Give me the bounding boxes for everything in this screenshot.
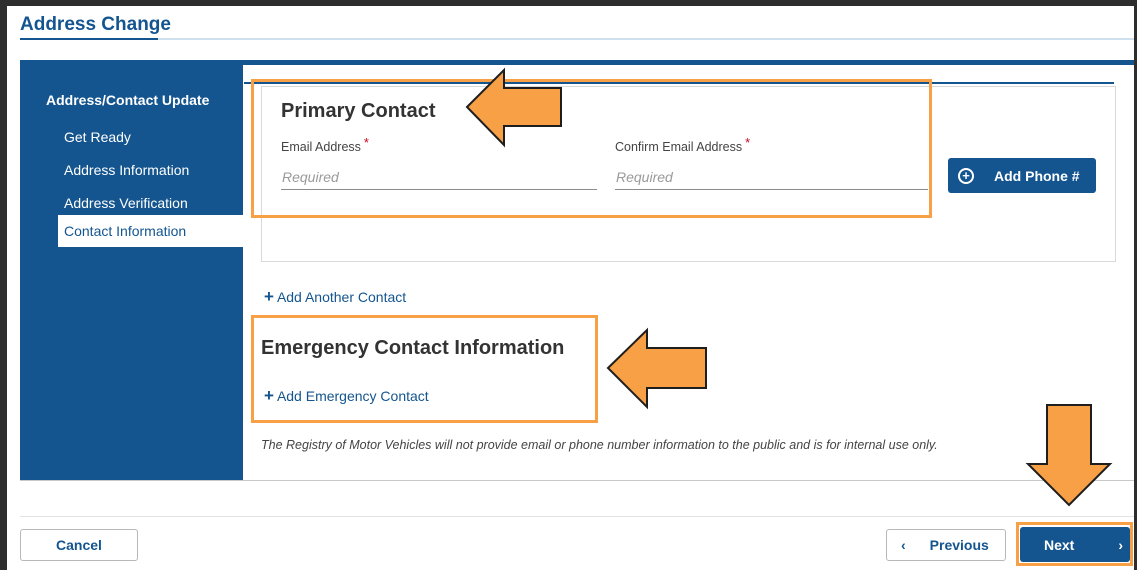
chevron-left-icon: ‹: [901, 537, 906, 553]
email-label-text: Email Address: [281, 140, 361, 154]
left-arrow-emergency-icon: [606, 327, 707, 410]
title-underline: [20, 38, 1134, 40]
add-emergency-contact-label: Add Emergency Contact: [276, 388, 429, 404]
window-frame-top: [0, 0, 1137, 6]
required-marker: *: [363, 135, 369, 150]
add-phone-label: Add Phone #: [994, 167, 1080, 184]
chevron-right-icon: ›: [1118, 536, 1124, 553]
plus-icon: +: [264, 386, 274, 405]
page-title: Address Change: [20, 14, 171, 35]
cancel-button[interactable]: Cancel: [20, 529, 138, 561]
sidebar-item-get-ready[interactable]: Get Ready: [58, 121, 243, 153]
next-label: Next: [1044, 536, 1075, 553]
add-phone-button[interactable]: + Add Phone #: [948, 158, 1096, 193]
sidebar-item-contact-information[interactable]: Contact Information: [58, 215, 243, 247]
title-underline-accent: [20, 38, 158, 40]
emergency-contact-title: Emergency Contact Information: [261, 337, 565, 359]
sidebar-heading: Address/Contact Update: [46, 92, 210, 108]
confirm-email-label: Confirm Email Address *: [615, 135, 750, 154]
primary-contact-title: Primary Contact: [281, 100, 436, 122]
previous-button[interactable]: ‹ Previous: [886, 529, 1006, 561]
footer-rule: [20, 516, 1134, 517]
sidebar: Address/Contact Update Get Ready Address…: [20, 65, 243, 481]
next-button[interactable]: Next ›: [1020, 527, 1130, 562]
down-arrow-next-icon: [1025, 404, 1113, 507]
email-label: Email Address *: [281, 135, 369, 154]
plus-circle-icon: +: [958, 167, 974, 184]
content-bottom-rule: [20, 480, 1134, 481]
window-frame-left: [0, 0, 7, 570]
plus-icon: +: [264, 287, 274, 306]
required-marker: *: [745, 135, 751, 150]
confirm-email-field[interactable]: [615, 164, 928, 190]
content-rule: [244, 82, 1114, 84]
highlight-box-emergency-contact: [251, 315, 598, 423]
previous-label: Previous: [929, 537, 989, 553]
add-another-contact-link[interactable]: + Add Another Contact: [264, 287, 406, 307]
email-field[interactable]: [281, 164, 597, 190]
confirm-email-label-text: Confirm Email Address: [615, 140, 743, 154]
privacy-notice: The Registry of Motor Vehicles will not …: [261, 438, 938, 452]
add-another-contact-label: Add Another Contact: [276, 289, 407, 305]
sidebar-item-address-information[interactable]: Address Information: [58, 154, 243, 186]
add-emergency-contact-link[interactable]: + Add Emergency Contact: [264, 386, 429, 406]
